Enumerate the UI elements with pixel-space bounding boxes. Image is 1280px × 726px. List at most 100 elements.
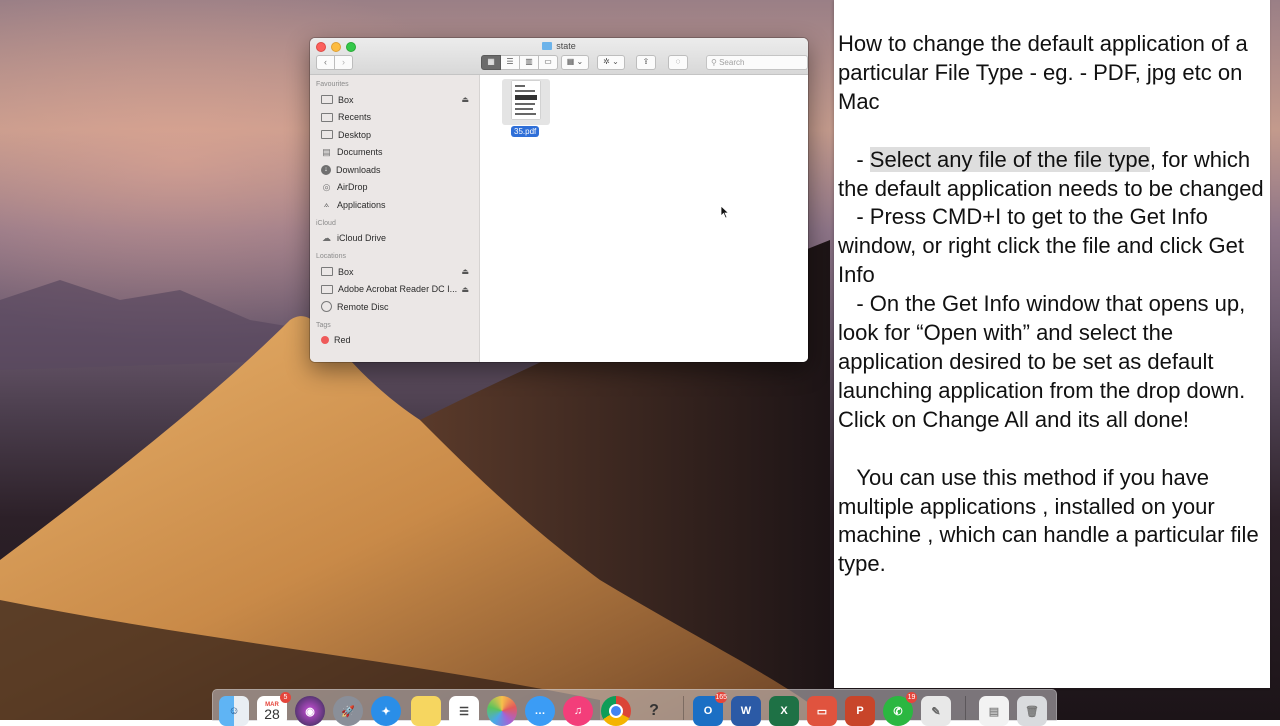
desktop-icon [321,130,333,140]
sidebar-item-label: Applications [337,199,386,210]
step2-text: - Press CMD+I to get to the Get Info win… [838,204,1251,288]
documents-stack-icon[interactable]: ▤ [979,696,1009,726]
preview-icon[interactable]: ✎ [921,696,951,726]
safari-icon[interactable]: ✦ [371,696,401,726]
word-icon[interactable]: W [731,696,761,726]
forward-button[interactable]: › [335,55,353,70]
sidebar-item-desktop[interactable]: Desktop [310,126,479,144]
dock-separator [965,696,966,720]
applications-icon: ⟑ [323,199,330,210]
group-by-button[interactable]: ▦ ⌄ [561,55,589,70]
finder-titlebar: state ‹ › ▦ ☰ ▥ ▭ ▦ ⌄ ✲ ⌄ ⇪ ◌ ⚲ [310,38,808,75]
folder-icon [321,95,333,105]
photos-icon[interactable] [487,696,517,726]
sidebar-item-label: iCloud Drive [337,233,387,244]
airdrop-icon: ◎ [322,181,331,192]
red-tag-icon [321,336,329,345]
instructions-text: How to change the default application of… [838,31,1265,577]
sidebar-item-label: Box [338,94,354,105]
siri-icon[interactable]: ◉ [295,696,325,726]
back-button[interactable]: ‹ [316,55,335,70]
window-title: state [310,41,808,51]
recents-icon [321,112,333,122]
trash-icon[interactable]: 🗑 [1017,696,1047,726]
sidebar-item-label: Downloads [336,164,381,175]
sidebar-item-label: Adobe Acrobat Reader DC I... [338,284,458,295]
documents-icon: ▤ [322,146,331,157]
eject-icon[interactable]: ⏏ [461,267,469,276]
calendar-day: 28 [264,706,280,722]
instructions-panel: How to change the default application of… [834,0,1270,688]
folder-icon [321,267,333,277]
finder-sidebar: Favourites Box ⏏ Recents Desktop ▤ Docum… [310,75,480,362]
drive-icon [321,284,333,294]
calendar-icon[interactable]: MAR 28 5 [257,692,291,726]
disc-icon [321,301,332,313]
sidebar-item-recents[interactable]: Recents [310,109,479,127]
footer-text: You can use this method if you have mult… [838,464,1265,577]
sidebar-item-box[interactable]: Box ⏏ [310,91,479,109]
action-gear-button[interactable]: ✲ ⌄ [597,55,625,70]
share-control: ⇪ [636,55,656,70]
edit-tags-button[interactable]: ◌ [668,55,688,70]
sidebar-heading-tags: Tags [316,321,331,329]
cloud-icon: ☁ [322,232,331,243]
notes-icon[interactable] [411,696,441,726]
step3-text: - On the Get Info window that opens up, … [838,291,1252,432]
sidebar-heading-locations: Locations [316,253,346,260]
icon-view-button[interactable]: ▦ [481,55,501,70]
eject-icon[interactable]: ⏏ [461,95,469,104]
list-view-button[interactable]: ☰ [501,55,520,70]
search-input[interactable] [719,58,800,67]
finder-icon[interactable]: ☺ [219,696,249,726]
sidebar-item-airdrop[interactable]: ◎ AirDrop [310,179,479,197]
finder-content: 35.pdf [480,75,808,362]
highlighted-text: Select any file of the file type [869,146,1150,172]
view-mode-buttons: ▦ ☰ ▥ ▭ [481,55,558,70]
messages-icon[interactable]: … [525,696,555,726]
dock: ☺ MAR 28 5 ◉ 🚀 ✦ ☰ … ♫ ? O 165 W X ▭ P ✆ 1… [212,689,1057,726]
instructions-title: How to change the default application of… [838,31,1254,114]
outlook-icon[interactable]: O 165 [693,692,727,726]
chrome-icon[interactable] [601,696,631,726]
sidebar-item-label: Box [338,266,354,277]
column-view-button[interactable]: ▥ [520,55,539,70]
sidebar-item-label: Desktop [338,129,372,140]
action-control: ✲ ⌄ [597,55,625,70]
excel-icon[interactable]: X [769,696,799,726]
sidebar-item-documents[interactable]: ▤ Documents [310,144,479,162]
fish-icon[interactable]: ? [639,696,669,726]
sidebar-item-icloud-drive[interactable]: ☁ iCloud Drive [310,230,479,248]
launchpad-icon[interactable]: 🚀 [333,696,363,726]
search-field[interactable]: ⚲ [706,55,808,70]
sidebar-item-downloads[interactable]: ↓ Downloads [310,161,479,179]
search-icon: ⚲ [711,58,717,67]
gallery-view-button[interactable]: ▭ [539,55,558,70]
pdf-file-icon [512,81,540,119]
sidebar-item-label: Remote Disc [337,301,389,312]
itunes-icon[interactable]: ♫ [563,696,593,726]
whatsapp-badge: 19 [906,692,917,703]
sidebar-item-adobe-acrobat[interactable]: Adobe Acrobat Reader DC I... ⏏ [310,281,479,299]
reminders-icon[interactable]: ☰ [449,696,479,726]
eject-icon[interactable]: ⏏ [461,285,469,294]
sidebar-item-label: Red [334,335,351,346]
whatsapp-icon[interactable]: ✆ 19 [883,692,917,726]
sidebar-item-applications[interactable]: ⟑ Applications [310,196,479,214]
sidebar-item-tag-red[interactable]: Red [310,332,479,350]
calendar-badge: 5 [280,692,291,703]
window-title-text: state [556,41,576,51]
remote-desktop-icon[interactable]: ▭ [807,696,837,726]
file-name-label[interactable]: 35.pdf [511,126,540,137]
dock-separator [683,696,684,720]
share-button[interactable]: ⇪ [636,55,656,70]
group-by-control: ▦ ⌄ [561,55,589,70]
file-item-35-pdf[interactable] [502,79,550,125]
mouse-pointer-icon [720,205,730,219]
sidebar-item-remote-disc[interactable]: Remote Disc [310,298,479,316]
folder-icon [542,42,553,50]
sidebar-item-label: Documents [337,147,383,158]
sidebar-heading-icloud: iCloud [316,219,336,227]
powerpoint-icon[interactable]: P [845,696,875,726]
sidebar-item-box-location[interactable]: Box ⏏ [310,263,479,281]
